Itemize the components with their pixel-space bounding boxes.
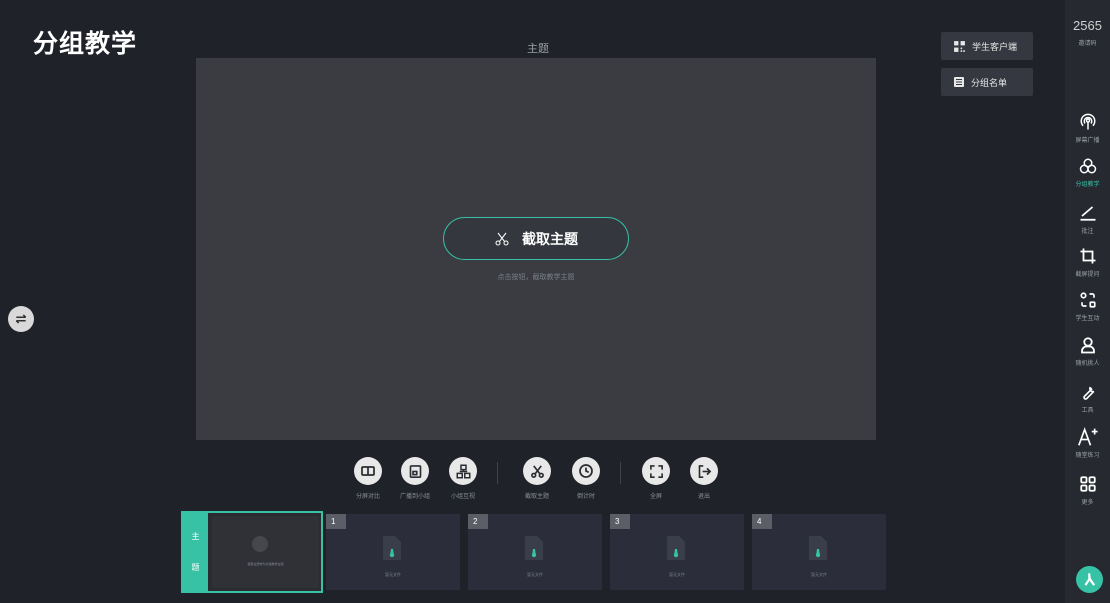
page-title: 分组教学 [33, 30, 138, 58]
group-number: 1 [326, 514, 346, 529]
tool-label: 截取主题 [524, 494, 549, 500]
tool-label: 全屏 [649, 494, 662, 500]
sidebar-item-random-pick[interactable]: 随机挑人 [1065, 335, 1110, 367]
group-view-icon [456, 464, 470, 478]
broadcast-group-icon [409, 464, 421, 478]
toolbar-capture-topic-button[interactable]: 截取主题 [512, 457, 562, 500]
capture-topic-label: 截取主题 [522, 230, 578, 247]
invite-code: 2565 [1073, 18, 1102, 33]
sidebar-item-tools[interactable]: 工具 [1065, 382, 1110, 414]
split-compare-button[interactable]: 分屏对比 [343, 457, 393, 500]
swap-button[interactable] [8, 306, 34, 332]
topic-thumbnail-preview: 截取主题作为分组教学主题 [212, 516, 319, 588]
topic-label: 主题 [527, 43, 549, 55]
sidebar-item-annotate[interactable]: 批注 [1065, 203, 1110, 235]
sidebar-item-label: 更多 [1081, 500, 1094, 506]
tool-label: 小组互视 [450, 494, 475, 500]
tool-label: 广播到小组 [399, 494, 430, 500]
exit-button[interactable]: 退出 [679, 457, 729, 500]
tool-label: 倒计时 [576, 494, 595, 500]
topic-thumbnail[interactable]: 主 题 截取主题作为分组教学主题 [181, 511, 323, 593]
toolbar-divider [620, 462, 621, 484]
user-logo-icon [1084, 573, 1096, 586]
topic-char: 主 [191, 532, 200, 541]
capture-hint: 点击按钮，截取教学主题 [497, 274, 575, 281]
interaction-icon [1079, 292, 1096, 308]
topic-thumbnail-tab: 主 题 [183, 513, 208, 591]
tool-label: 退出 [697, 494, 710, 500]
broadcast-to-group-button[interactable]: 广播到小组 [390, 457, 440, 500]
swap-arrows-icon [15, 314, 27, 324]
list-icon [954, 77, 964, 87]
group-number: 3 [610, 514, 630, 529]
group-number: 2 [468, 514, 488, 529]
sidebar-item-label: 分组教学 [1075, 182, 1100, 188]
sidebar-item-class-exercise[interactable]: 随堂练习 [1065, 427, 1110, 459]
empty-file-icon [809, 536, 827, 560]
sidebar-item-student-interaction[interactable]: 学生互动 [1065, 290, 1110, 322]
topic-char: 题 [191, 563, 200, 572]
sidebar-item-label: 随堂练习 [1075, 453, 1100, 459]
group-list-label: 分组名单 [971, 77, 1008, 88]
sidebar-item-group-teaching[interactable]: 分组教学 [1065, 156, 1110, 188]
student-client-label: 学生客户端 [972, 41, 1018, 52]
person-icon [1080, 337, 1095, 354]
fullscreen-icon [649, 464, 663, 478]
group-status: 暂无文件 [669, 572, 685, 577]
crop-icon [1080, 248, 1095, 264]
split-screen-icon [361, 466, 375, 476]
sidebar-item-label: 随机挑人 [1075, 361, 1100, 367]
group-number: 4 [752, 514, 772, 529]
group-thumbnail[interactable]: 2 暂无文件 [468, 514, 602, 590]
countdown-button[interactable]: 倒计时 [561, 457, 611, 500]
tool-label: 分屏对比 [355, 494, 380, 500]
wrench-icon [1082, 386, 1094, 400]
sidebar-item-label: 截屏提问 [1075, 272, 1100, 278]
sidebar-item-label: 屏幕广播 [1075, 138, 1100, 144]
group-status: 暂无文件 [811, 572, 827, 577]
fullscreen-button[interactable]: 全屏 [631, 457, 681, 500]
empty-file-icon [667, 536, 685, 560]
group-thumbnail[interactable]: 1 暂无文件 [326, 514, 460, 590]
exit-icon [698, 464, 711, 478]
group-thumbnail[interactable]: 4 暂无文件 [752, 514, 886, 590]
pen-icon [1080, 206, 1095, 221]
avatar[interactable] [1076, 566, 1103, 593]
sidebar-item-screen-broadcast[interactable]: 屏幕广播 [1065, 112, 1110, 144]
sidebar-item-screenshot-question[interactable]: 截屏提问 [1065, 246, 1110, 278]
toolbar-divider [497, 462, 498, 484]
broadcast-icon [1080, 113, 1095, 130]
grid-icon [1079, 476, 1096, 492]
empty-file-icon [525, 536, 543, 560]
group-status: 暂无文件 [385, 572, 401, 577]
group-mutual-view-button[interactable]: 小组互视 [438, 457, 488, 500]
sidebar-item-label: 工具 [1081, 408, 1094, 414]
font-plus-icon [1077, 427, 1098, 446]
topic-thumbnail-caption: 截取主题作为分组教学主题 [247, 562, 284, 566]
invite-code-label: 邀请码 [1078, 41, 1097, 47]
group-thumbnail[interactable]: 3 暂无文件 [610, 514, 744, 590]
sidebar-item-label: 学生互动 [1075, 316, 1100, 322]
scissors-icon [530, 464, 544, 478]
wechat-icon [252, 536, 268, 552]
empty-file-icon [383, 536, 401, 560]
sidebar-item-more[interactable]: 更多 [1065, 474, 1110, 506]
group-icon [1079, 158, 1096, 174]
clock-icon [579, 464, 593, 478]
group-status: 暂无文件 [527, 572, 543, 577]
qr-code-icon [954, 40, 965, 52]
student-client-button[interactable]: 学生客户端 [941, 32, 1033, 60]
capture-topic-button[interactable]: 截取主题 [443, 217, 629, 260]
scissors-icon [495, 232, 509, 246]
sidebar-item-label: 批注 [1081, 229, 1094, 235]
group-list-button[interactable]: 分组名单 [941, 68, 1033, 96]
